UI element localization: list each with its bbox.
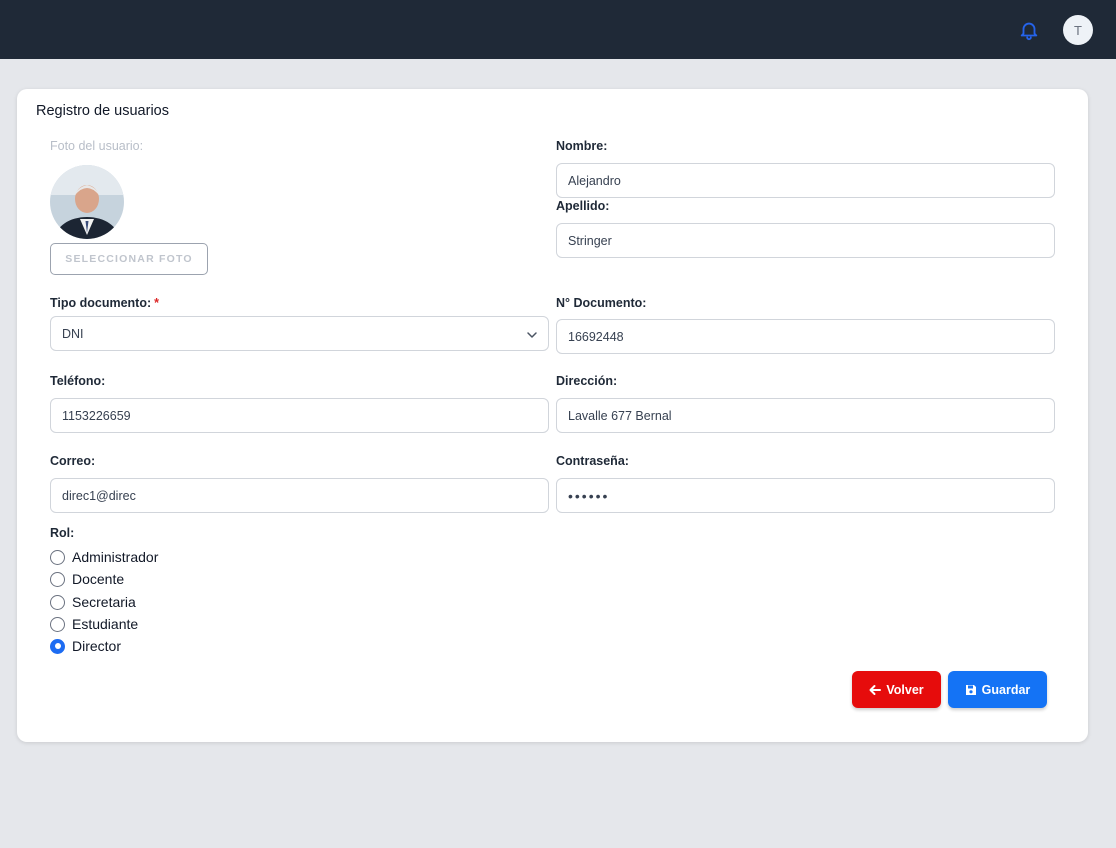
correo-label: Correo: <box>50 454 96 468</box>
bell-icon[interactable] <box>1018 19 1040 41</box>
telefono-label: Teléfono: <box>50 374 106 388</box>
contrasena-input[interactable]: •••••• <box>556 478 1055 513</box>
volver-button[interactable]: Volver <box>852 671 941 708</box>
guardar-button[interactable]: Guardar <box>948 671 1047 708</box>
telefono-input[interactable]: 1153226659 <box>50 398 549 433</box>
radio-label: Director <box>72 638 122 654</box>
radio-administrador[interactable] <box>50 549 65 565</box>
guardar-label: Guardar <box>981 682 1031 697</box>
tipo-documento-label: Tipo documento: * <box>50 296 160 310</box>
rol-option-director[interactable]: Director <box>50 638 121 654</box>
tipo-documento-select[interactable]: DNI <box>50 316 549 351</box>
radio-label: Docente <box>72 571 125 587</box>
registration-card: Registro de usuarios Foto del usuario: S… <box>17 89 1088 742</box>
floppy-disk-icon <box>965 684 976 695</box>
chevron-down-icon <box>527 332 537 338</box>
radio-estudiante[interactable] <box>50 616 65 632</box>
volver-label: Volver <box>886 682 924 697</box>
rol-option-estudiante[interactable]: Estudiante <box>50 616 138 632</box>
radio-director[interactable] <box>50 638 65 654</box>
rol-option-secretaria[interactable]: Secretaria <box>50 594 136 610</box>
correo-input[interactable]: direc1@direc <box>50 478 549 513</box>
required-mark: * <box>154 296 160 310</box>
nro-documento-label: N° Documento: <box>556 296 647 310</box>
direccion-input[interactable]: Lavalle 677 Bernal <box>556 398 1055 433</box>
user-avatar[interactable]: T <box>1063 15 1093 45</box>
user-photo <box>50 165 124 239</box>
nombre-input[interactable]: Alejandro <box>556 163 1055 198</box>
photo-label: Foto del usuario: <box>50 139 144 153</box>
radio-secretaria[interactable] <box>50 594 65 610</box>
apellido-input[interactable]: Stringer <box>556 223 1055 258</box>
top-navbar: T <box>0 0 1116 59</box>
apellido-label: Apellido: <box>556 199 610 213</box>
radio-label: Estudiante <box>72 616 139 632</box>
arrow-left-icon <box>869 684 882 695</box>
contrasena-label: Contraseña: <box>556 454 629 468</box>
nro-documento-input[interactable]: 16692448 <box>556 319 1055 354</box>
page-title: Registro de usuarios <box>36 103 169 119</box>
radio-label: Secretaria <box>72 594 136 610</box>
rol-option-docente[interactable]: Docente <box>50 571 124 587</box>
direccion-label: Dirección: <box>556 374 618 388</box>
rol-label: Rol: <box>50 526 75 540</box>
radio-label: Administrador <box>72 549 159 565</box>
nombre-label: Nombre: <box>556 139 608 153</box>
tipo-documento-value: DNI <box>62 326 84 341</box>
radio-docente[interactable] <box>50 571 65 587</box>
rol-option-administrador[interactable]: Administrador <box>50 549 158 565</box>
select-photo-button[interactable]: SELECCIONAR FOTO <box>50 243 208 275</box>
